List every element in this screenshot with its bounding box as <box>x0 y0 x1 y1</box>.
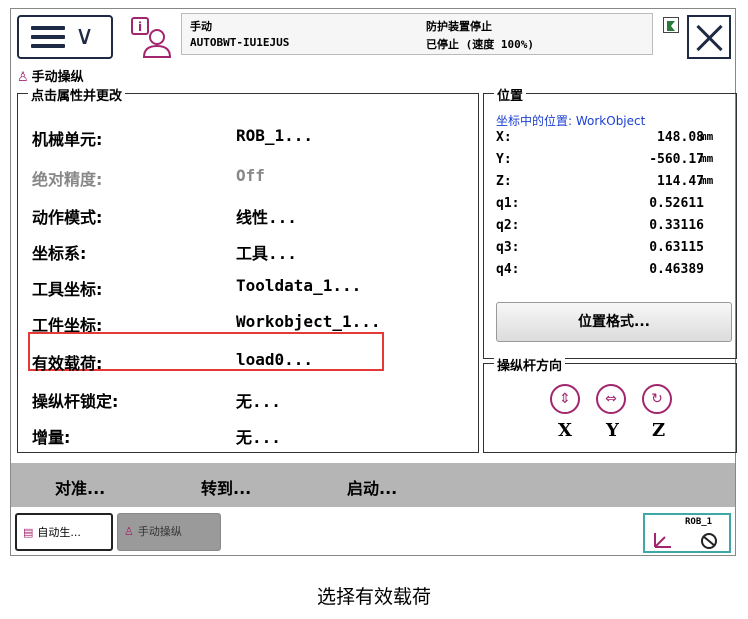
chevron-down-icon: ∨ <box>75 21 95 51</box>
task-jogging[interactable]: ♙ 手动操纵 <box>117 513 221 551</box>
window-title: ♙ 手动操纵 <box>17 66 84 86</box>
axis-value: 148.08 <box>657 130 704 145</box>
prop-label: 动作模式: <box>32 208 103 227</box>
axis-unit: mm <box>700 130 714 143</box>
top-bar: ∨ i 手动 AUTOBWT-IU1EJUS 防护装置停止 已停止 (速度 10… <box>11 9 735 65</box>
prop-value: 无... <box>236 428 281 447</box>
axis-value: 0.63115 <box>649 240 704 255</box>
position-row-y: Y: -560.17 mm <box>496 152 716 167</box>
joystick-direction-group: 操纵杆方向 ⇕ ⇔ ↻ X Y Z <box>483 355 737 453</box>
prop-label: 工具坐标: <box>32 280 103 299</box>
run-status: 已停止 (速度 100%) <box>426 38 534 51</box>
joystick-group-title: 操纵杆方向 <box>494 355 566 374</box>
axis-value: 0.46389 <box>649 262 704 277</box>
position-row-z: Z: 114.47 mm <box>496 174 716 189</box>
axis-value: 0.33116 <box>649 218 704 233</box>
position-group: 位置 坐标中的位置: WorkObject X: 148.08 mm Y: -5… <box>483 85 737 359</box>
close-button[interactable] <box>687 15 731 59</box>
properties-group: 点击属性并更改 机械单元: ROB_1... 绝对精度: Off 动作模式: 线… <box>17 85 479 453</box>
prop-row-payload[interactable]: 有效载荷: load0... <box>32 350 313 374</box>
prop-value: 线性... <box>236 208 297 227</box>
axis-value: -560.17 <box>649 152 704 167</box>
position-row-q1: q1: 0.52611 <box>496 196 716 211</box>
prop-label: 坐标系: <box>32 244 87 263</box>
axis-value: 114.47 <box>657 174 704 189</box>
prop-row-motion-mode[interactable]: 动作模式: 线性... <box>32 204 297 228</box>
axis-label: q4: <box>496 262 520 277</box>
prop-label: 操纵杆锁定: <box>32 392 119 411</box>
prop-value: 无... <box>236 392 281 411</box>
axis-unit: mm <box>700 174 714 187</box>
prop-row-absolute-accuracy: 绝对精度: Off <box>32 166 265 190</box>
flexpendant-window: ∨ i 手动 AUTOBWT-IU1EJUS 防护装置停止 已停止 (速度 10… <box>10 8 737 556</box>
action-bar: 对准... 转到... 启动... <box>11 463 735 507</box>
prop-value: Off <box>236 166 265 185</box>
prop-value: load0... <box>236 350 314 369</box>
svg-text:i: i <box>138 20 142 34</box>
quickset-robot-button[interactable]: ROB_1 <box>643 513 731 553</box>
axis-value: 0.52611 <box>649 196 704 211</box>
joystick-axis-z: Z <box>652 420 666 441</box>
prop-row-coord-system[interactable]: 坐标系: 工具... <box>32 240 297 264</box>
prop-label: 机械单元: <box>32 130 103 149</box>
operator-info-icon[interactable]: i <box>129 15 173 59</box>
position-format-button[interactable]: 位置格式... <box>496 302 732 342</box>
align-button[interactable]: 对准... <box>55 475 105 499</box>
prop-row-tool[interactable]: 工具坐标: Tooldata_1... <box>32 276 361 300</box>
axis-label: Z: <box>496 174 512 189</box>
start-button[interactable]: 启动... <box>347 475 397 499</box>
properties-group-title: 点击属性并更改 <box>28 85 126 104</box>
axis-unit: mm <box>700 152 714 165</box>
joystick-leftright-icon: ⇔ <box>596 384 626 414</box>
position-group-title: 位置 <box>494 85 527 104</box>
goto-button[interactable]: 转到... <box>201 475 251 499</box>
axis-label: q3: <box>496 240 520 255</box>
task-auto-production[interactable]: ▤ 自动生... <box>15 513 113 551</box>
prop-row-increment[interactable]: 增量: 无... <box>32 424 281 448</box>
joystick-axis-x: X <box>558 420 572 441</box>
joystick-rotate-icon: ↻ <box>642 384 672 414</box>
taskbar: ▤ 自动生... ♙ 手动操纵 ROB_1 <box>11 509 735 555</box>
figure-caption: 选择有效载荷 <box>316 586 431 608</box>
position-row-q4: q4: 0.46389 <box>496 262 716 277</box>
axis-label: q1: <box>496 196 520 211</box>
coordinate-axes-icon <box>654 533 717 549</box>
prop-value: Tooldata_1... <box>236 276 362 295</box>
task-label: 自动生... <box>37 526 81 539</box>
position-row-q2: q2: 0.33116 <box>496 218 716 233</box>
position-row-q3: q3: 0.63115 <box>496 240 716 255</box>
prop-label: 有效载荷: <box>32 354 103 373</box>
axis-label: X: <box>496 130 512 145</box>
joystick-updown-icon: ⇕ <box>550 384 580 414</box>
guard-status: 防护装置停止 <box>426 20 492 33</box>
axis-label: Y: <box>496 152 512 167</box>
joystick-axis-y: Y <box>606 420 619 441</box>
prop-row-joystick-lock[interactable]: 操纵杆锁定: 无... <box>32 388 281 412</box>
hamburger-icon <box>31 26 65 48</box>
coordinate-frame-label[interactable]: 坐标中的位置: WorkObject <box>496 112 645 129</box>
jog-person-icon: ♙ <box>17 70 29 85</box>
status-bar[interactable]: 手动 AUTOBWT-IU1EJUS 防护装置停止 已停止 (速度 100%) <box>181 13 653 55</box>
task-label: 手动操纵 <box>137 525 182 538</box>
position-row-x: X: 148.08 mm <box>496 130 716 145</box>
prop-value: 工具... <box>236 244 297 263</box>
main-menu-button[interactable]: ∨ <box>17 15 113 59</box>
program-icon: ▤ <box>23 526 34 539</box>
jog-person-icon: ♙ <box>124 525 134 538</box>
axis-label: q2: <box>496 218 520 233</box>
prop-label: 增量: <box>32 428 71 447</box>
prop-label: 绝对精度: <box>32 170 103 189</box>
prop-value: ROB_1... <box>236 126 314 145</box>
prop-value: Workobject_1... <box>236 312 381 331</box>
system-name: AUTOBWT-IU1EJUS <box>190 36 290 49</box>
window-title-label: 手动操纵 <box>31 70 84 85</box>
mode-text: 手动 <box>190 20 212 33</box>
prop-row-mech-unit[interactable]: 机械单元: ROB_1... <box>32 126 313 150</box>
event-flag-icon[interactable] <box>663 17 679 33</box>
